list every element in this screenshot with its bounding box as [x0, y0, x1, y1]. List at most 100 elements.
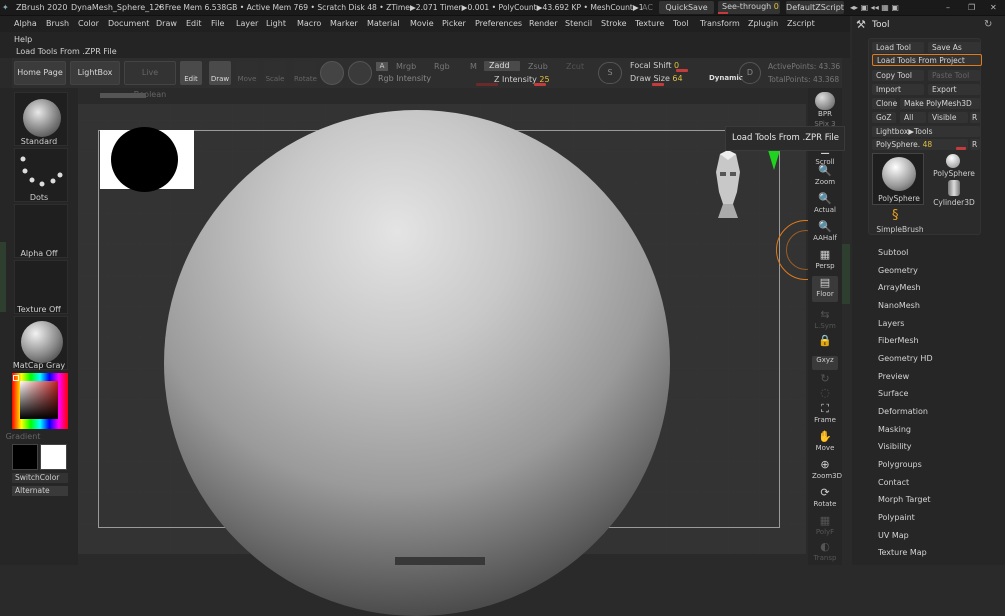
minimize-icon[interactable]: – [946, 3, 950, 12]
menu-movie[interactable]: Movie [410, 19, 434, 28]
restore-icon[interactable]: ❐ [968, 3, 975, 12]
subpalette-masking[interactable]: Masking [878, 425, 911, 434]
menu-color[interactable]: Color [78, 19, 99, 28]
subpalette-visibility[interactable]: Visibility [878, 442, 912, 451]
menu-preferences[interactable]: Preferences [475, 19, 522, 28]
menu-document[interactable]: Document [108, 19, 149, 28]
menu-texture[interactable]: Texture [635, 19, 664, 28]
subpalette-layers[interactable]: Layers [878, 319, 904, 328]
goz-button[interactable]: GoZ [872, 112, 896, 123]
menu-zscript[interactable]: Zscript [787, 19, 815, 28]
tool-thumb-polysphere-small[interactable]: PolySphere [928, 153, 980, 178]
menu-brush[interactable]: Brush [46, 19, 69, 28]
home-page-button[interactable]: Home Page [14, 61, 66, 85]
alternate-button[interactable]: Alternate [12, 486, 68, 496]
lsym-button[interactable]: ⇆ L.Sym [812, 308, 838, 334]
persp-button[interactable]: ▦ Persp [812, 248, 838, 274]
lightbox-button[interactable]: LightBox [70, 61, 120, 85]
subpalette-texture-map[interactable]: Texture Map [878, 548, 927, 557]
menu-render[interactable]: Render [529, 19, 557, 28]
menu-marker[interactable]: Marker [330, 19, 358, 28]
frame-button[interactable]: ⛶ Frame [812, 402, 838, 428]
navigation-head-gizmo[interactable] [710, 148, 746, 220]
d-icon[interactable]: D [739, 62, 761, 84]
load-tools-from-project-button[interactable]: Load Tools From Project [872, 54, 982, 66]
subpalette-deformation[interactable]: Deformation [878, 407, 928, 416]
scale-button[interactable]: Scale [264, 61, 286, 85]
transp-button[interactable]: ◐ Transp [812, 540, 838, 566]
load-tool-button[interactable]: Load Tool [872, 42, 924, 53]
rotate-button[interactable]: Rotate [294, 61, 317, 85]
menu-macro[interactable]: Macro [297, 19, 321, 28]
rgb-intensity-slider[interactable]: Rgb Intensity [378, 74, 431, 85]
subpalette-surface[interactable]: Surface [878, 389, 908, 398]
main-color-swatch[interactable] [12, 444, 38, 470]
move-view-button[interactable]: ✋ Move [812, 430, 838, 456]
subpalette-subtool[interactable]: Subtool [878, 248, 908, 257]
menu-alpha[interactable]: Alpha [14, 19, 37, 28]
subpalette-geometry-hd[interactable]: Geometry HD [878, 354, 933, 363]
menu-material[interactable]: Material [367, 19, 400, 28]
menu-light[interactable]: Light [266, 19, 286, 28]
save-as-button[interactable]: Save As [928, 42, 980, 53]
sphere-mode-icon[interactable] [320, 61, 344, 85]
bpr-button[interactable]: BPR [812, 92, 838, 118]
menu-tool[interactable]: Tool [673, 19, 689, 28]
live-boolean-button[interactable]: Live Boolean [124, 61, 176, 99]
tool-thumb-cylinder[interactable]: Cylinder3D [928, 180, 980, 208]
actual-button[interactable]: 🔍 Actual [812, 192, 838, 218]
a-toggle[interactable]: A [376, 62, 388, 71]
secondary-color-swatch[interactable] [40, 444, 67, 470]
material-mode-icon[interactable] [348, 61, 372, 85]
gxyz-button[interactable]: Gxyz [812, 356, 838, 370]
menu-picker[interactable]: Picker [442, 19, 466, 28]
zsub-toggle[interactable]: Zsub [528, 62, 548, 73]
subpalette-morph-target[interactable]: Morph Target [878, 495, 931, 504]
paste-tool-button[interactable]: Paste Tool [928, 70, 980, 81]
goz-r-button[interactable]: R [970, 112, 980, 123]
menu-stroke[interactable]: Stroke [601, 19, 627, 28]
quicksave-button[interactable]: QuickSave [659, 1, 714, 14]
edit-button[interactable]: Edit [180, 61, 202, 85]
clone-button[interactable]: Clone [872, 98, 897, 109]
layout-icons[interactable]: ◂▸ ▣ ◂◂ ▦ ▣ [850, 3, 899, 12]
draw-button[interactable]: Draw [209, 61, 231, 85]
subpalette-nanomesh[interactable]: NanoMesh [878, 301, 920, 310]
zcut-toggle[interactable]: Zcut [566, 62, 584, 73]
focal-shift-slider[interactable]: Focal Shift 0 [630, 61, 679, 72]
menu-stencil[interactable]: Stencil [565, 19, 592, 28]
tool-palette-title[interactable]: Tool [872, 20, 889, 30]
subpalette-polygroups[interactable]: Polygroups [878, 460, 922, 469]
subpalette-polypaint[interactable]: Polypaint [878, 513, 915, 522]
zadd-toggle[interactable]: Zadd [484, 61, 520, 71]
menu-edit[interactable]: Edit [186, 19, 202, 28]
document-canvas[interactable] [78, 104, 836, 616]
mrgb-toggle[interactable]: Mrgb [396, 62, 416, 73]
rotate-view-button[interactable]: ⟳ Rotate [812, 486, 838, 512]
import-button[interactable]: Import [872, 84, 924, 95]
y-axis-gizmo[interactable] [768, 150, 780, 170]
subpalette-fibermesh[interactable]: FiberMesh [878, 336, 919, 345]
ac-toggle[interactable]: AC [642, 3, 653, 12]
right-tray-handle[interactable] [842, 244, 850, 304]
menu-layer[interactable]: Layer [236, 19, 258, 28]
subpalette-contact[interactable]: Contact [878, 478, 909, 487]
lightbox-tools-button[interactable]: Lightbox▶Tools [872, 126, 980, 137]
goz-visible-button[interactable]: Visible [928, 112, 968, 123]
polysphere-mesh[interactable] [164, 110, 670, 616]
m-toggle[interactable]: M [470, 62, 477, 73]
rgb-toggle[interactable]: Rgb [434, 62, 450, 73]
polyf-button[interactable]: ▦ PolyF [812, 514, 838, 540]
export-button[interactable]: Export [928, 84, 980, 95]
zoom-button[interactable]: 🔍 Zoom [812, 164, 838, 190]
menu-file[interactable]: File [211, 19, 224, 28]
subpalette-preview[interactable]: Preview [878, 372, 909, 381]
default-zscript-button[interactable]: DefaultZScript [786, 1, 844, 14]
switch-color-button[interactable]: SwitchColor [12, 473, 68, 483]
s-icon[interactable]: S [598, 62, 622, 84]
tool-thumb-polysphere-main[interactable]: PolySphere [872, 153, 924, 205]
menu-draw[interactable]: Draw [156, 19, 177, 28]
tool-thumb-simplebrush[interactable]: § SimpleBrush [872, 208, 928, 234]
menu-transform[interactable]: Transform [700, 19, 740, 28]
aahalf-button[interactable]: 🔍 AAHalf [812, 220, 838, 246]
